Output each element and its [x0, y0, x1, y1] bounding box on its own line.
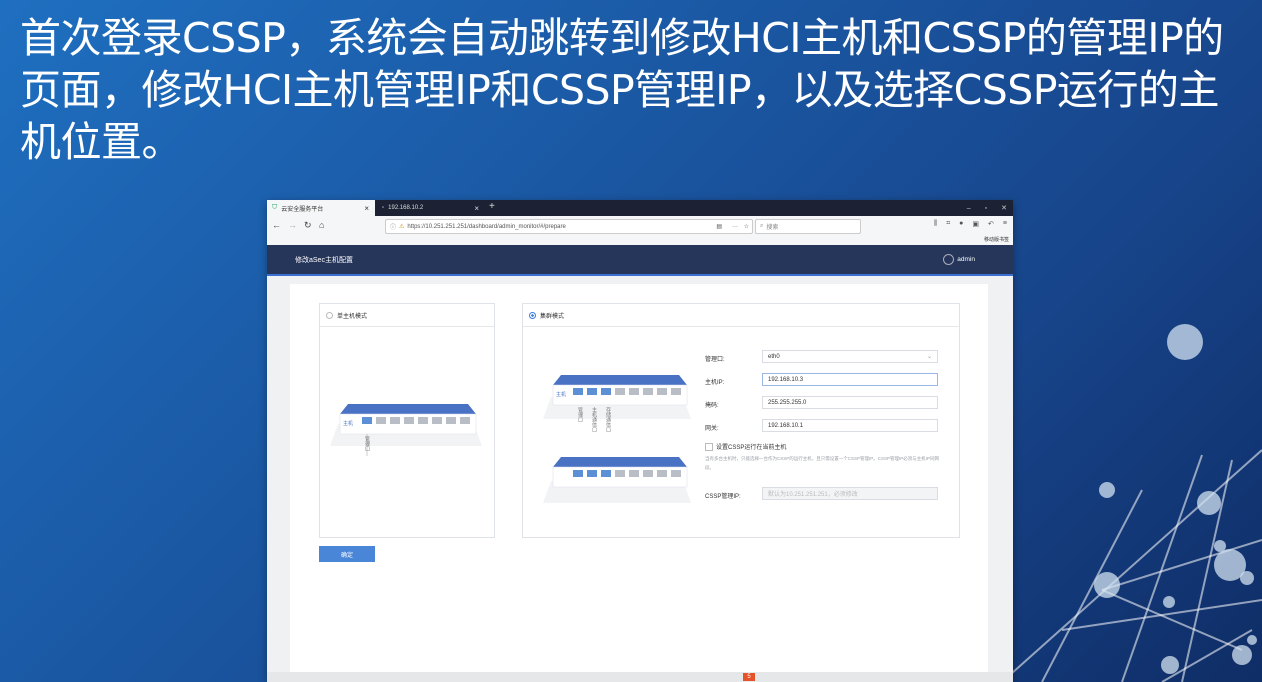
cluster-switch-label: 主机 [556, 392, 567, 398]
mobile-bookmarks[interactable]: 移动版书签 [984, 236, 1009, 243]
confirm-button[interactable]: 确定 [319, 546, 375, 562]
single-mode-radio[interactable] [326, 311, 333, 319]
username: admin [957, 256, 975, 263]
search-icon: ⌕ [760, 223, 764, 229]
sidebar-icon[interactable]: ▣ [972, 220, 979, 228]
host-ip-value: 192.168.10.3 [768, 376, 804, 383]
home-icon[interactable]: ⌂ [319, 220, 324, 230]
single-mode-label: 单主机模式 [337, 313, 368, 320]
close-tab-icon[interactable]: × [474, 204, 479, 213]
horizontal-scrollbar[interactable]: 5 [267, 672, 1013, 682]
cssp-ip-label: CSSP管理IP: [705, 494, 741, 500]
gateway-value: 192.168.10.1 [768, 422, 804, 429]
cluster-mode-panel: 集群模式 主机 管理口 主机通信口 存储通信口 管理口: eth0 ⌄ 主机IP… [522, 303, 960, 538]
content-area: 单主机模式 主机 管理口 集群模式 主机 管理口 主机通信口 存储通信口 管理口… [267, 276, 1013, 672]
bookmarks-bar: 移动版书签 [267, 236, 1013, 245]
cluster-mode-label: 集群模式 [540, 313, 565, 320]
single-mode-panel: 单主机模式 主机 管理口 [319, 303, 495, 538]
forward-icon[interactable]: → [288, 220, 297, 230]
warning-lock-icon: ⚠ [399, 224, 405, 230]
tab-label: 192.168.10.2 [388, 205, 424, 211]
single-port-note: 管理口 [364, 436, 370, 451]
page-title: 修改aSec主机配置 [295, 257, 353, 264]
cluster-mode-header[interactable]: 集群模式 [523, 304, 959, 327]
address-bar[interactable]: ⓘ ⚠ https://10.251.251.251/dashboard/adm… [385, 219, 753, 234]
mask-input[interactable]: 255.255.255.0 [762, 396, 938, 409]
reload-icon[interactable]: ↻ [304, 220, 312, 231]
run-here-label: 设置CSSP运行在当前主机 [716, 445, 787, 451]
close-window-icon[interactable]: ✕ [1001, 204, 1007, 212]
config-card: 单主机模式 主机 管理口 集群模式 主机 管理口 主机通信口 存储通信口 管理口… [290, 284, 988, 672]
network-decoration [1002, 324, 1262, 682]
menu-icon[interactable]: ≡ [1003, 220, 1007, 228]
cssp-ip-placeholder: 默认为10.251.251.251，必须修改 [768, 492, 858, 498]
undo-icon[interactable]: ↶ [988, 220, 994, 228]
screenshot-icon[interactable]: ⌗ [946, 220, 950, 228]
url-text: https://10.251.251.251/dashboard/admin_m… [407, 223, 566, 230]
maximize-icon[interactable]: ▫ [985, 205, 987, 212]
cluster-note-host-comm: 主机通信口 [591, 407, 597, 432]
run-here-checkbox[interactable] [705, 443, 713, 451]
browser-window: ⛉ 云安全服务平台 × ▫ 192.168.10.2 × + – ▫ ✕ ← →… [267, 200, 1013, 682]
avatar-icon [943, 254, 955, 265]
cluster-mode-radio[interactable] [529, 311, 536, 319]
chat-icon[interactable]: ● [959, 220, 963, 228]
search-placeholder: 搜索 [766, 225, 779, 231]
browser-toolbar: ⫼ ⌗ ● ▣ ↶ ≡ [934, 220, 1007, 228]
cluster-switch-diagram [543, 375, 691, 503]
info-icon: ⓘ [390, 225, 397, 231]
bookmark-star-icon[interactable]: ☆ [744, 223, 749, 230]
tab-bar: ⛉ 云安全服务平台 × ▫ 192.168.10.2 × + – ▫ ✕ [267, 200, 1013, 216]
app-header: 修改aSec主机配置 admin [267, 245, 1013, 276]
tab-label: 云安全服务平台 [281, 206, 324, 213]
user-menu[interactable]: admin [943, 254, 975, 265]
new-tab-button[interactable]: + [489, 201, 495, 212]
reader-icon[interactable]: ▤ [716, 223, 722, 230]
gateway-label: 网关: [705, 426, 719, 432]
mask-value: 255.255.255.0 [768, 399, 807, 406]
host-ip-input[interactable]: 192.168.10.3 [762, 373, 938, 386]
mgmt-port-label: 管理口: [705, 357, 725, 363]
chevron-down-icon: ⌄ [926, 354, 932, 360]
cluster-note-storage-comm: 存储通信口 [605, 407, 611, 432]
page-icon: ▫ [382, 205, 385, 211]
mask-label: 掩码: [705, 403, 719, 409]
tab-cloud-security[interactable]: ⛉ 云安全服务平台 × [267, 200, 375, 216]
gateway-input[interactable]: 192.168.10.1 [762, 419, 938, 432]
window-controls: – ▫ ✕ [967, 200, 1007, 216]
minimize-icon[interactable]: – [967, 205, 971, 212]
slide-headline: 首次登录CSSP，系统会自动跳转到修改HCI主机和CSSP的管理IP的页面，修改… [20, 14, 1224, 166]
single-switch-diagram [330, 404, 482, 456]
html5-icon: 5 [743, 673, 755, 681]
mgmt-port-select[interactable]: eth0 ⌄ [762, 350, 938, 363]
back-icon[interactable]: ← [272, 220, 281, 230]
cluster-note-mgmt: 管理口 [577, 407, 583, 422]
hint-text: 当有多台主机时，只能选择一台作为CSSP的运行主机，且只需设置一个CSSP管理I… [705, 456, 940, 470]
search-input[interactable]: ⌕ 搜索 [755, 219, 861, 234]
more-icon[interactable]: ··· [732, 224, 738, 230]
mgmt-port-value: eth0 [768, 353, 780, 360]
single-mode-header[interactable]: 单主机模式 [320, 304, 494, 327]
shield-icon: ⛉ [272, 204, 278, 211]
library-icon[interactable]: ⫼ [934, 220, 937, 228]
cssp-ip-input[interactable]: 默认为10.251.251.251，必须修改 [762, 487, 938, 500]
tab-host-ip[interactable]: ▫ 192.168.10.2 × [377, 200, 485, 216]
close-tab-icon[interactable]: × [364, 204, 369, 213]
navigation-bar: ← → ↻ ⌂ ⓘ ⚠ https://10.251.251.251/dashb… [267, 216, 1013, 237]
host-ip-label: 主机IP: [705, 380, 725, 386]
single-switch-label: 主机 [343, 421, 354, 427]
